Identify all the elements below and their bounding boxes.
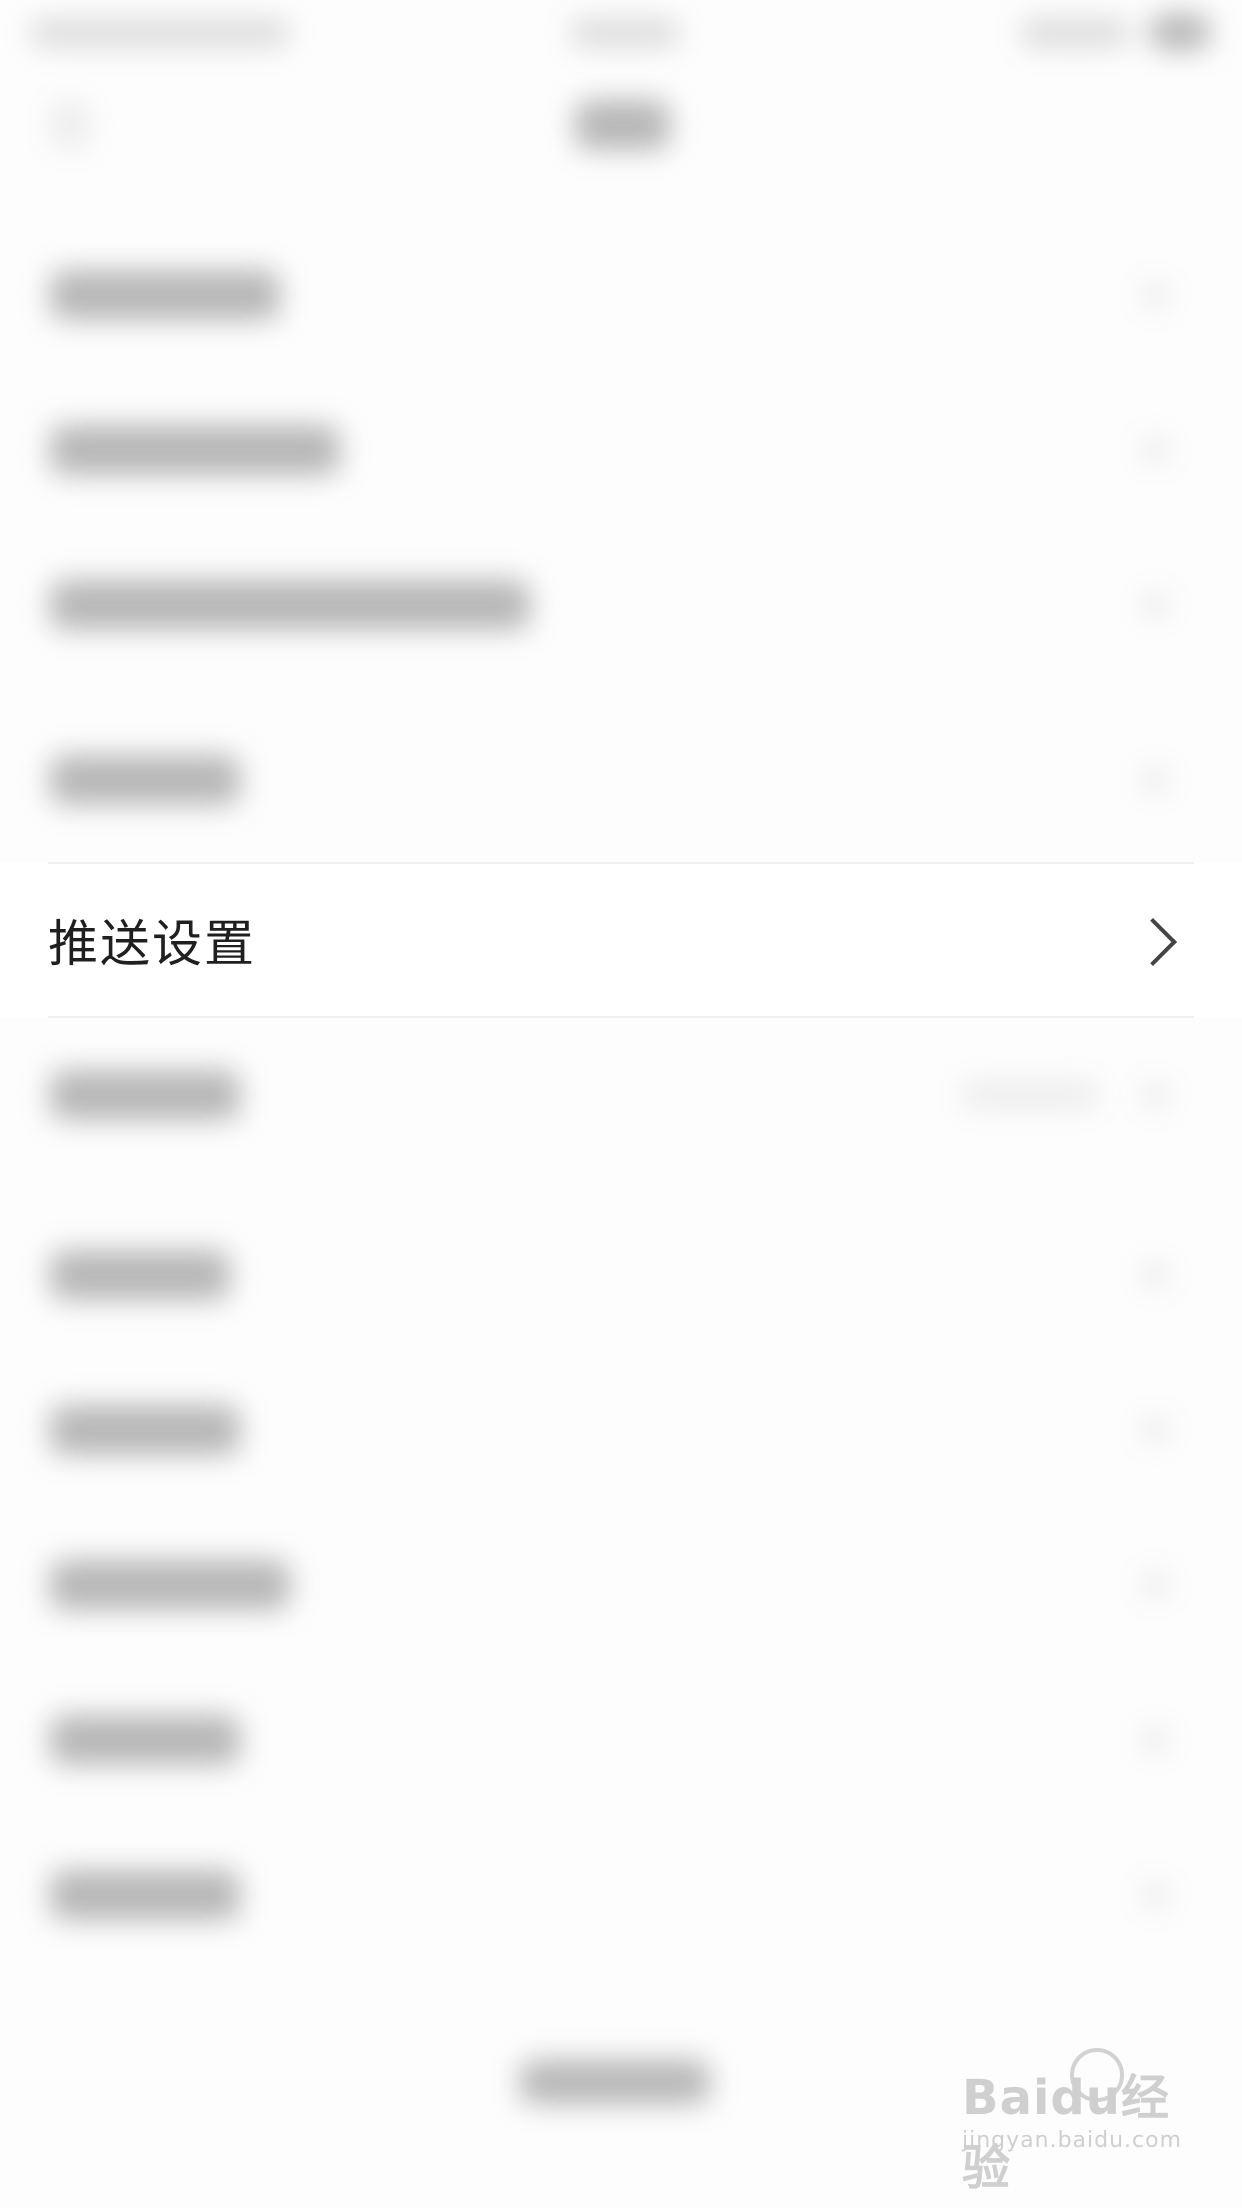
list-item[interactable] — [0, 225, 1242, 375]
list-item[interactable] — [0, 1670, 1242, 1820]
list-item[interactable] — [0, 710, 1242, 860]
back-icon[interactable] — [50, 100, 90, 150]
divider — [48, 862, 1194, 864]
push-settings-label: 推送设置 — [48, 915, 256, 973]
battery-icon — [1150, 14, 1210, 50]
status-time-blur — [570, 18, 680, 48]
list-item[interactable] — [0, 1025, 1242, 1175]
list-item[interactable] — [0, 535, 1242, 685]
watermark: Baidu经验 jingyan.baidu.com — [962, 2048, 1192, 2196]
status-signal-blur — [1020, 18, 1130, 48]
list-item[interactable] — [0, 1360, 1242, 1510]
list-item[interactable] — [0, 380, 1242, 530]
push-settings-row[interactable]: 推送设置 — [0, 862, 1242, 1018]
divider — [48, 1016, 1194, 1018]
status-bar — [0, 0, 1242, 60]
page-title — [575, 100, 670, 150]
status-carrier-blur — [30, 18, 290, 48]
list-item[interactable] — [0, 1205, 1242, 1355]
settings-screen: 推送设置 Baidu经验 jingyan.baidu.com — [0, 0, 1242, 2208]
nav-bar — [0, 60, 1242, 200]
list-item[interactable] — [0, 1515, 1242, 1665]
chevron-right-icon — [1128, 917, 1178, 967]
watermark-url: jingyan.baidu.com — [962, 2128, 1183, 2153]
list-item[interactable] — [0, 1825, 1242, 1975]
